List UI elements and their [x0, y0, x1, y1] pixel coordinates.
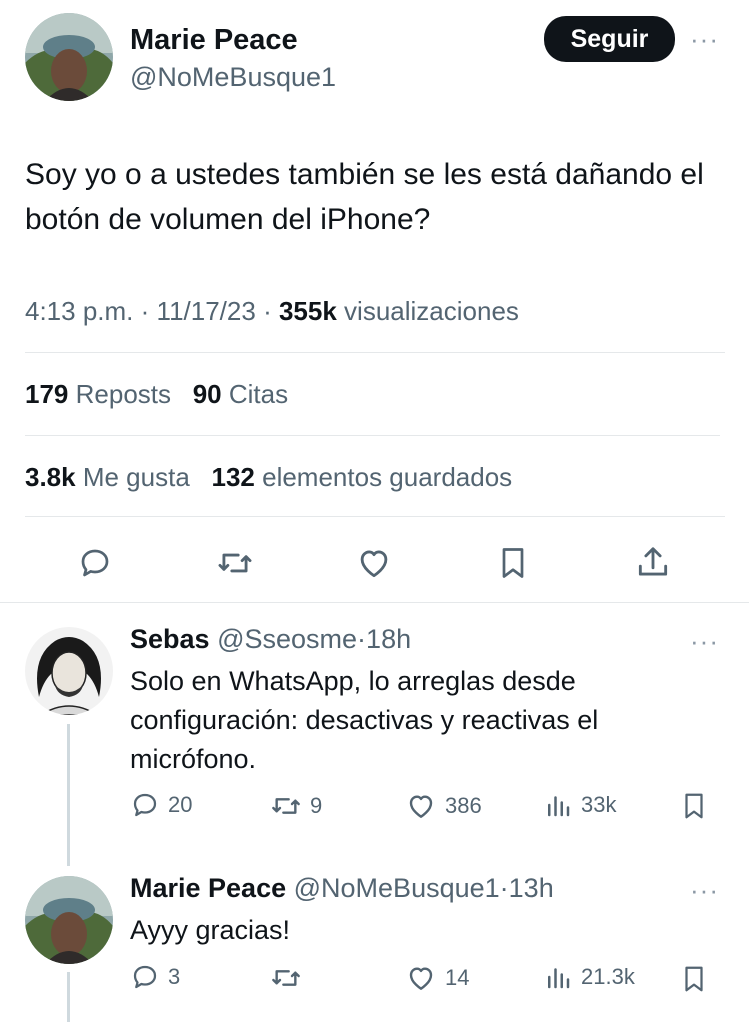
tweet-time[interactable]: 4:13 p.m. — [25, 296, 133, 326]
author-avatar-image — [25, 13, 113, 101]
meta-separator: · — [140, 296, 150, 326]
reply-author-handle[interactable]: @Sseosme — [217, 624, 357, 654]
section-divider — [0, 602, 749, 603]
likes-bookmarks-line: 3.8k Me gusta 132 elementos guardados — [25, 462, 512, 493]
reply-views-count: 21.3k — [581, 964, 635, 989]
reposts-quotes-line: 179 Reposts 90 Citas — [25, 379, 288, 410]
reply-header: Marie Peace @NoMeBusque1·13h — [130, 873, 554, 904]
reply-time[interactable]: 18h — [366, 624, 411, 654]
reply-bookmark-button[interactable] — [676, 961, 712, 997]
reply-replies[interactable]: 3 — [130, 962, 180, 992]
quotes-label: Citas — [228, 379, 289, 409]
thread-line — [67, 972, 70, 1022]
divider — [25, 516, 725, 517]
quotes-link[interactable]: 90 Citas — [193, 379, 288, 409]
bookmarks-label: elementos guardados — [262, 462, 513, 492]
views-icon — [548, 968, 570, 989]
reply-icon — [133, 793, 157, 817]
reply-views[interactable]: 33k — [543, 790, 616, 820]
reply-author-handle[interactable]: @NoMeBusque1 — [294, 873, 500, 903]
reply-more-icon[interactable]: ··· — [690, 877, 719, 903]
author-avatar[interactable] — [25, 13, 113, 101]
views-label: visualizaciones — [344, 296, 519, 326]
likes-label: Me gusta — [82, 462, 190, 492]
quotes-count: 90 — [192, 379, 222, 409]
repost-icon — [272, 970, 300, 986]
reply-bookmark-button[interactable] — [676, 788, 712, 824]
bookmarks-count: 132 — [211, 462, 255, 492]
author-handle[interactable]: @NoMeBusque1 — [130, 62, 336, 93]
reply-replies-count: 3 — [168, 964, 181, 989]
reply-button[interactable] — [72, 540, 118, 586]
reply-views-count: 33k — [581, 792, 617, 817]
bookmark-icon — [685, 793, 703, 819]
share-icon — [638, 547, 668, 576]
more-options-icon[interactable]: ··· — [690, 26, 719, 52]
thread-line — [67, 724, 70, 866]
reply-separator: · — [357, 624, 367, 654]
bookmark-icon — [502, 548, 524, 578]
repost-icon — [218, 553, 252, 573]
reply-author-name[interactable]: Marie Peace — [130, 873, 286, 903]
bookmark-icon — [685, 966, 703, 992]
reply-likes[interactable]: 386 — [405, 790, 482, 822]
reply-more-icon[interactable]: ··· — [690, 628, 719, 654]
reply-likes[interactable]: 14 — [405, 962, 469, 994]
share-button[interactable] — [630, 540, 676, 586]
reply-avatar[interactable] — [25, 876, 113, 964]
reply-avatar-image — [25, 876, 113, 964]
reply-reposts[interactable]: 9 — [270, 790, 322, 822]
tweet-text: Soy yo o a ustedes también se les está d… — [25, 158, 704, 236]
reply-avatar-image — [25, 627, 113, 715]
reply-avatar[interactable] — [25, 627, 113, 715]
divider — [25, 435, 720, 436]
likes-link[interactable]: 3.8k Me gusta — [25, 462, 197, 492]
tweet-date[interactable]: 11/17/23 — [157, 296, 256, 326]
tweet-meta: 4:13 p.m. · 11/17/23 · 355k visualizacio… — [25, 296, 519, 327]
reply-icon — [81, 549, 109, 577]
reply-time[interactable]: 13h — [509, 873, 554, 903]
reply-replies[interactable]: 20 — [130, 790, 192, 820]
bookmarks-link[interactable]: 132 elementos guardados — [211, 462, 512, 492]
repost-button[interactable] — [212, 540, 258, 586]
bookmark-button[interactable] — [490, 540, 536, 586]
divider — [25, 352, 725, 353]
reply-views[interactable]: 21.3k — [543, 962, 635, 992]
views-count: 355k — [278, 296, 337, 326]
like-button[interactable] — [351, 540, 397, 586]
reply-reposts-count: 9 — [310, 793, 323, 818]
reply-header: Sebas @Sseosme·18h — [130, 624, 411, 655]
reply-text: Solo en WhatsApp, lo arreglas desde conf… — [130, 666, 599, 774]
reposts-count: 179 — [25, 379, 69, 409]
reply-likes-count: 386 — [445, 793, 482, 818]
like-icon — [409, 967, 433, 990]
reply-text: Ayyy gracias! — [130, 915, 291, 945]
reply-likes-count: 14 — [445, 965, 470, 990]
views-icon — [548, 796, 570, 817]
follow-button[interactable]: Seguir — [544, 16, 675, 62]
reply-author-name[interactable]: Sebas — [130, 624, 210, 654]
reply-separator: · — [499, 873, 509, 903]
author-name[interactable]: Marie Peace — [130, 24, 298, 57]
reply-replies-count: 20 — [168, 792, 193, 817]
reply-reposts[interactable] — [270, 962, 310, 994]
like-icon — [360, 550, 388, 578]
reply-icon — [133, 965, 157, 989]
like-icon — [409, 795, 433, 818]
likes-count: 3.8k — [25, 462, 76, 492]
reposts-link[interactable]: 179 Reposts — [25, 379, 178, 409]
repost-icon — [272, 798, 300, 814]
meta-separator: · — [263, 296, 272, 326]
reposts-label: Reposts — [75, 379, 172, 409]
